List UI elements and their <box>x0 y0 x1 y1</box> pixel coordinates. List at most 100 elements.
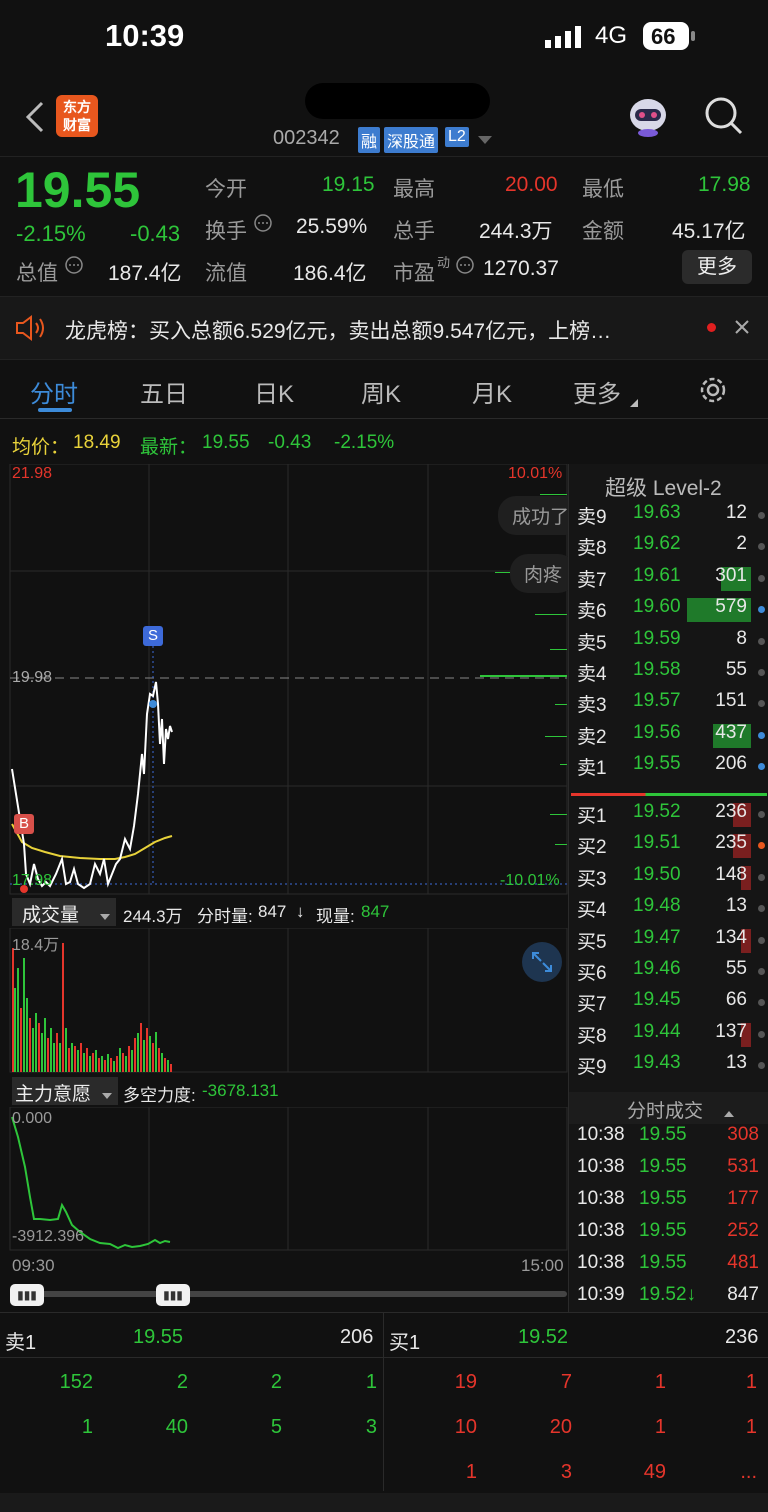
amount-value: 45.17亿 <box>672 220 746 243</box>
pct-top-label: 10.01% <box>508 465 563 482</box>
bid-row[interactable]: 买5 19.47 134 <box>569 927 768 957</box>
ask-price: 19.59 <box>633 627 681 649</box>
ask-row[interactable]: 卖8 19.62 2 <box>569 533 768 563</box>
order-dot <box>758 842 765 850</box>
trade-volume: 531 <box>727 1156 759 1177</box>
clock: 10:39 <box>105 18 185 53</box>
ask-price: 19.56 <box>633 721 681 743</box>
volume-selector[interactable]: 成交量 <box>12 898 116 926</box>
trades-header[interactable]: 分时成交 <box>569 1092 768 1124</box>
turnover-info-icon[interactable] <box>253 213 273 233</box>
bid-label: 买2 <box>577 837 607 859</box>
order-dot <box>758 606 765 614</box>
bid-row[interactable]: 买4 19.48 13 <box>569 895 768 925</box>
order-dot <box>758 543 765 551</box>
ask-row[interactable]: 卖1 19.55 206 <box>569 753 768 783</box>
bid-row[interactable]: 买3 19.50 148 <box>569 864 768 894</box>
ask-label: 卖8 <box>577 538 607 560</box>
queue-bid-cell: 19 <box>454 1371 477 1393</box>
time-end-label: 15:00 <box>521 1256 564 1275</box>
ask-volume: 301 <box>715 564 747 586</box>
chart-area: 均价： 18.49 最新： 19.55 -0.43 -2.15% 21.98 1… <box>0 420 768 1312</box>
tab-daily-k[interactable]: 日K <box>254 374 294 409</box>
scrubber-handle-left[interactable]: ▮▮▮ <box>10 1284 44 1306</box>
avg-line <box>11 823 173 860</box>
news-banner[interactable]: 龙虎榜：买入总额6.529亿元，卖出总额9.547亿元，上榜… <box>0 296 768 360</box>
ask-label: 卖7 <box>577 569 607 591</box>
queue-ask-cell: 2 <box>270 1371 282 1393</box>
tab-monthly-k[interactable]: 月K <box>472 374 512 409</box>
float-label: 流值 <box>205 262 247 285</box>
info-icon[interactable] <box>64 255 84 275</box>
ask-row[interactable]: 卖5 19.59 8 <box>569 628 768 658</box>
ask-label: 卖6 <box>577 601 607 623</box>
bid-price: 19.46 <box>633 958 681 979</box>
ask-price: 19.62 <box>633 533 681 555</box>
trade-price: 19.52↓ <box>639 1284 697 1305</box>
indicator-chart[interactable] <box>0 1107 568 1252</box>
ask-row[interactable]: 卖3 19.57 151 <box>569 690 768 720</box>
order-dot <box>758 873 765 881</box>
bid-price: 19.51 <box>633 832 681 854</box>
ask-row[interactable]: 卖9 19.63 12 <box>569 502 768 532</box>
back-icon[interactable] <box>20 97 50 137</box>
ask-row[interactable]: 卖6 19.60 579 <box>569 596 768 626</box>
turnover-value: 25.59% <box>296 215 368 238</box>
bid-row[interactable]: 买1 19.52 236 <box>569 801 768 831</box>
stock-name-redacted <box>305 83 490 119</box>
queue-header-line <box>0 1357 768 1358</box>
ask-row[interactable]: 卖7 19.61 301 <box>569 565 768 595</box>
bid-row[interactable]: 买6 19.46 55 <box>569 958 768 988</box>
queue-ask-cell: 2 <box>176 1371 188 1393</box>
queue-bid-grid: 19 7 1 1 10 20 1 1 1 3 49... <box>384 1369 768 1499</box>
tab-more[interactable]: 更多 <box>573 374 621 409</box>
latest-change: -0.43 <box>268 432 312 453</box>
ask-volume: 437 <box>715 721 747 743</box>
bid-label: 买3 <box>577 868 607 890</box>
pe-info-icon[interactable] <box>455 255 475 275</box>
queue-bid-cell: 10 <box>454 1416 477 1438</box>
bid-row[interactable]: 买7 19.45 66 <box>569 989 768 1019</box>
tab-weekly-k[interactable]: 周K <box>361 374 401 409</box>
gear-icon[interactable] <box>697 374 729 406</box>
time-scrubber-track[interactable] <box>12 1291 567 1297</box>
bid-row[interactable]: 买9 19.43 13 <box>569 1052 768 1082</box>
scrubber-handle-right[interactable]: ▮▮▮ <box>156 1284 190 1306</box>
expand-icon[interactable] <box>521 941 563 983</box>
buy-marker[interactable]: B <box>14 814 34 834</box>
trade-time: 10:38 <box>577 1252 625 1273</box>
robot-assistant-icon[interactable] <box>625 93 671 139</box>
ask-row[interactable]: 卖4 19.58 55 <box>569 659 768 689</box>
indicator-selector[interactable]: 主力意愿 <box>12 1077 118 1105</box>
search-icon[interactable] <box>703 95 745 137</box>
ask-row[interactable]: 卖2 19.56 437 <box>569 722 768 752</box>
ask-label: 卖2 <box>577 726 607 748</box>
sell-marker[interactable]: S <box>143 626 163 646</box>
close-icon[interactable] <box>734 319 750 335</box>
trade-volume: 308 <box>727 1124 759 1145</box>
level2-panel: 超级 Level-2 卖9 19.63 12 卖8 19.62 2 卖7 19.61 301 卖6… <box>568 464 768 1312</box>
trade-row: 10:38 19.55 177 <box>569 1188 768 1218</box>
volume-chart[interactable] <box>0 928 568 1074</box>
dropdown-icon[interactable] <box>478 133 492 144</box>
depth-bars <box>480 494 567 845</box>
logo-line-1: 东方 <box>63 99 91 115</box>
bid-label: 买4 <box>577 900 607 922</box>
tab-intraday[interactable]: 分时 <box>30 374 78 409</box>
volume-now: 847 <box>361 902 390 921</box>
comment-bubble-2[interactable]: 肉疼 <box>510 554 577 593</box>
bid-volume: 236 <box>715 801 747 822</box>
bid-volume: 55 <box>725 958 747 979</box>
bid-row[interactable]: 买8 19.44 137 <box>569 1021 768 1051</box>
trade-row: 10:38 19.55 531 <box>569 1156 768 1186</box>
price-chart[interactable] <box>0 464 568 914</box>
ask-price: 19.55 <box>633 753 681 775</box>
tab-five-day[interactable]: 五日 <box>140 374 188 409</box>
queue-ask-cell: 5 <box>270 1416 282 1438</box>
bid-row[interactable]: 买2 19.51 235 <box>569 832 768 862</box>
trade-volume: 252 <box>727 1220 759 1241</box>
volume-period: 847 <box>258 902 287 921</box>
dropdown-icon <box>100 909 110 920</box>
more-button[interactable]: 更多 <box>682 250 752 284</box>
trade-volume: 177 <box>727 1188 759 1209</box>
